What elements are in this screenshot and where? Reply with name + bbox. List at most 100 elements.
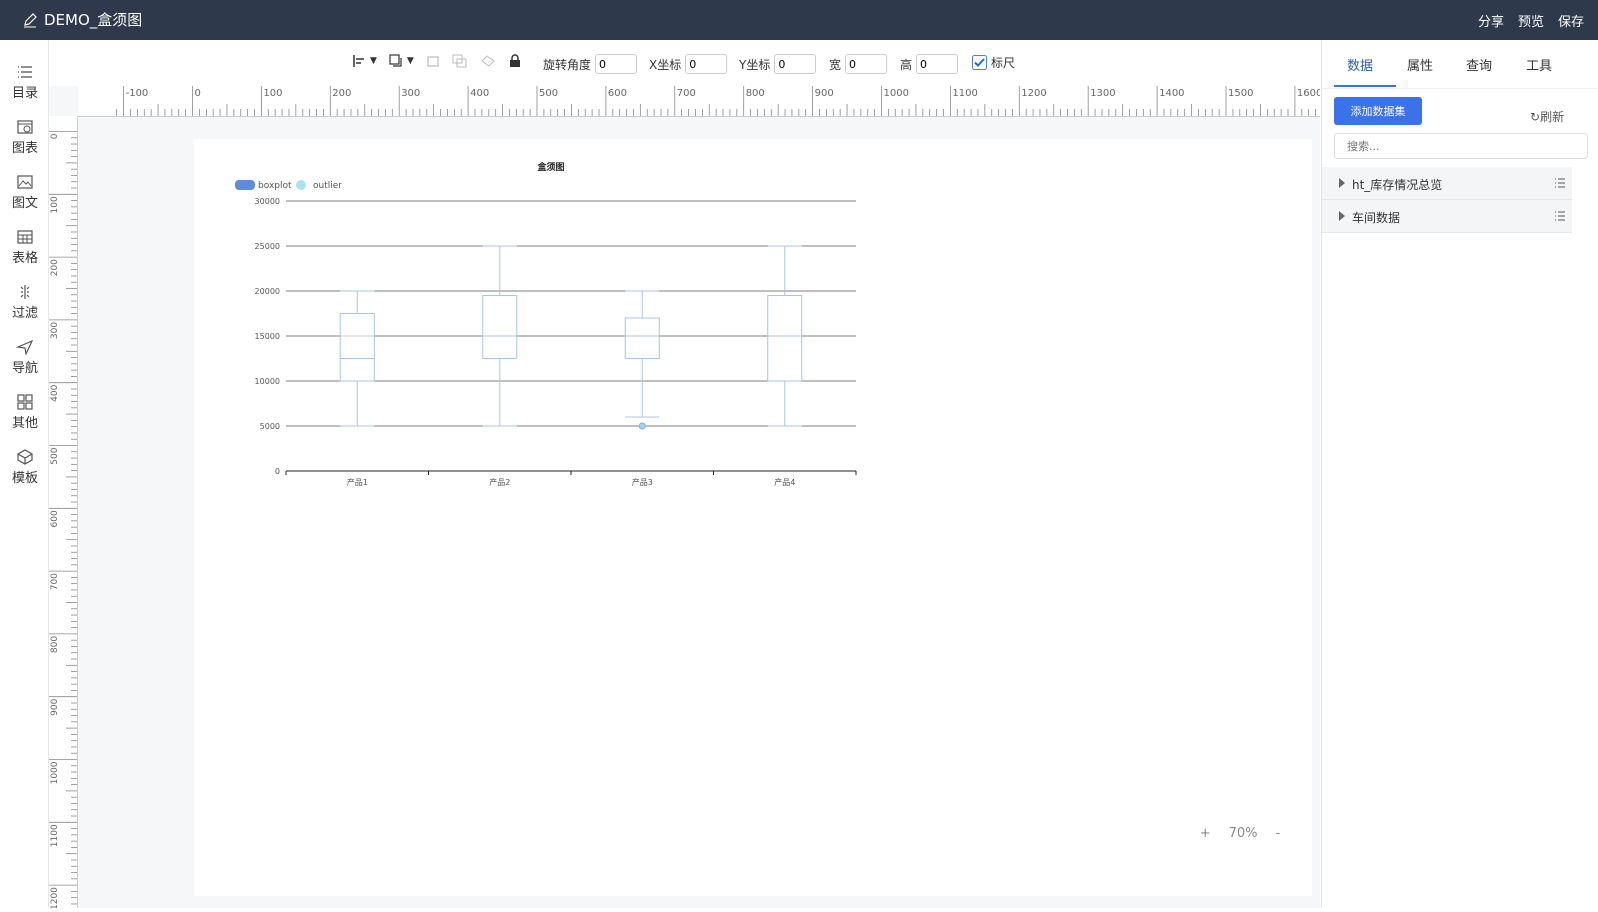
- ruler-label: 100: [263, 88, 282, 99]
- sidebar-item-template[interactable]: 模板: [2, 449, 48, 486]
- height-input[interactable]: [916, 54, 959, 74]
- dataset-row[interactable]: ht_库存情况总览: [1322, 167, 1572, 200]
- ruler-label: 300: [50, 322, 60, 339]
- refresh-button[interactable]: ↻刷新: [1530, 108, 1564, 125]
- sidebar-item-label: 目录: [11, 86, 38, 101]
- y-tick-label: 25000: [255, 242, 280, 251]
- width-input[interactable]: [845, 54, 888, 74]
- legend-outlier-swatch: [296, 180, 306, 190]
- share-button[interactable]: 分享: [1478, 11, 1504, 30]
- sidebar-item-label: 导航: [11, 361, 38, 376]
- sidebar-item-other[interactable]: 其他: [2, 394, 48, 431]
- ruler-checkbox[interactable]: [972, 55, 987, 70]
- ruler-label: 1200: [50, 887, 60, 908]
- sidebar-item-filter[interactable]: 过滤: [2, 284, 48, 321]
- ruler-label: 标尺: [991, 56, 1016, 70]
- expand-arrow-icon[interactable]: [1339, 178, 1345, 188]
- sidebar-item-chart[interactable]: 图表: [2, 119, 48, 156]
- template-icon: [17, 449, 33, 465]
- image-text-icon: [17, 175, 33, 189]
- sidebar-item-catalog[interactable]: 目录: [2, 64, 48, 101]
- frame-icon[interactable]: [426, 54, 440, 68]
- edit-pencil-icon[interactable]: [22, 12, 38, 28]
- sidebar-item-image-text[interactable]: 图文: [2, 174, 48, 211]
- rotation-input[interactable]: [595, 54, 638, 74]
- lock-icon[interactable]: [508, 54, 522, 68]
- chevron-down-icon[interactable]: ▼: [407, 56, 414, 66]
- left-sidebar: 目录 图表 图文 表格 过滤 导航 其他 模板: [2, 40, 49, 908]
- ruler-label: 1600: [1297, 88, 1320, 99]
- ruler-label: 500: [539, 88, 558, 99]
- rotation-label: 旋转角度: [543, 57, 592, 72]
- tab-query[interactable]: 查询: [1466, 55, 1492, 74]
- sidebar-item-navigate[interactable]: 导航: [2, 339, 48, 376]
- tab-properties[interactable]: 属性: [1407, 55, 1433, 74]
- design-page: 盒须图 boxplot outlier 0 5000 10000 15000 20000 250…: [194, 139, 1312, 896]
- sidebar-item-label: 模板: [11, 471, 38, 486]
- ruler-label: 900: [815, 88, 834, 99]
- ruler-label: -100: [126, 88, 149, 99]
- sidebar-item-label: 过滤: [11, 306, 38, 321]
- legend-boxplot-swatch: [235, 180, 255, 190]
- navigate-icon: [16, 339, 34, 355]
- active-tab-indicator: [1334, 85, 1396, 87]
- horizontal-ruler[interactable]: -100 0 100 200 300 400 500 600 700 800 900 1000 1100…: [78, 86, 1322, 117]
- top-bar: DEMO_盒须图 分享 预览 保存: [0, 0, 1598, 40]
- preview-button[interactable]: 预览: [1518, 11, 1544, 30]
- sidebar-item-label: 图表: [11, 141, 38, 156]
- tab-tools[interactable]: 工具: [1526, 55, 1552, 74]
- zoom-out-button[interactable]: -: [1276, 826, 1281, 841]
- add-dataset-button[interactable]: 添加数据集: [1334, 97, 1422, 125]
- x-tick-label: 产品1: [347, 477, 368, 487]
- ruler-label: 1000: [884, 88, 909, 99]
- ruler-label: 1000: [50, 761, 60, 784]
- list-icon: [18, 66, 32, 78]
- width-label: 宽: [829, 57, 842, 72]
- chevron-down-icon[interactable]: ▼: [370, 56, 377, 66]
- align-icon[interactable]: [352, 54, 366, 68]
- boxplot-chart[interactable]: 盒须图 boxplot outlier 0 5000 10000 15000 20000 250…: [194, 139, 874, 499]
- y-coord-label: Y坐标: [739, 57, 771, 72]
- sidebar-item-table[interactable]: 表格: [2, 229, 48, 266]
- ruler-label: 600: [50, 510, 60, 527]
- ruler-label: 1100: [952, 88, 977, 99]
- horizontal-ruler-ticks: -100 0 100 200 300 400 500 600 700 800 900 1000 1100…: [116, 86, 1322, 116]
- vertical-ruler[interactable]: 0 100 200 300 400 500 600 700 800 900 1000 1100 1200: [49, 116, 78, 910]
- ruler-label: 0: [50, 133, 60, 139]
- ungroup-icon[interactable]: [480, 54, 496, 68]
- panel-tabs: 数据 属性 查询 工具: [1322, 40, 1598, 89]
- ruler-label: 1100: [50, 824, 60, 847]
- table-icon: [17, 230, 33, 244]
- box-body: [767, 295, 803, 382]
- ruler-label: 200: [332, 88, 351, 99]
- tab-data[interactable]: 数据: [1347, 55, 1373, 74]
- ruler-label: 0: [195, 88, 201, 99]
- zoom-level: 70%: [1228, 825, 1258, 841]
- x-coord-input[interactable]: [685, 54, 728, 74]
- ruler-label: 1400: [1159, 88, 1184, 99]
- dataset-search-input[interactable]: [1334, 133, 1588, 159]
- grid-icon: [17, 394, 33, 410]
- y-tick-label: 5000: [260, 422, 280, 431]
- ruler-label: 900: [50, 698, 60, 715]
- save-button[interactable]: 保存: [1558, 11, 1584, 30]
- chart-icon: [17, 120, 33, 134]
- height-label: 高: [900, 57, 913, 72]
- group-icon[interactable]: [452, 54, 468, 68]
- menu-list-icon[interactable]: [1554, 210, 1566, 222]
- ruler-label: 700: [677, 88, 696, 99]
- dataset-row[interactable]: 车间数据: [1322, 200, 1572, 233]
- dataset-name: ht_库存情况总览: [1352, 178, 1443, 192]
- y-coord-input[interactable]: [774, 54, 817, 74]
- app-title-text: DEMO_盒须图: [44, 11, 143, 29]
- vertical-ruler-ticks: 0 100 200 300 400 500 600 700 800 900 1000 1100 1200: [49, 131, 77, 910]
- x-tick-label: 产品2: [489, 477, 510, 487]
- expand-arrow-icon[interactable]: [1339, 211, 1345, 221]
- zoom-in-button[interactable]: +: [1200, 826, 1211, 841]
- layer-icon[interactable]: [389, 54, 403, 68]
- sidebar-item-label: 其他: [11, 416, 38, 431]
- ruler-label: 200: [50, 259, 60, 276]
- ruler-label: 1500: [1228, 88, 1253, 99]
- menu-list-icon[interactable]: [1554, 177, 1566, 189]
- ruler-label: 700: [50, 573, 60, 590]
